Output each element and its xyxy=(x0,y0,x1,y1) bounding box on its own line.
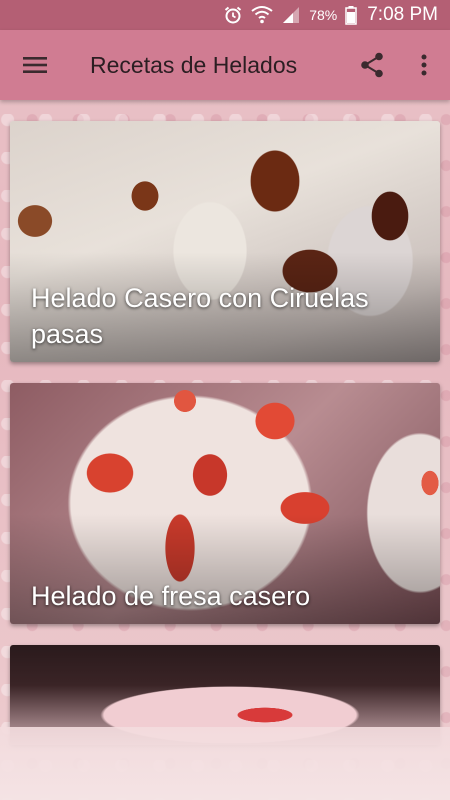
hamburger-menu-icon[interactable] xyxy=(0,30,70,100)
bottom-fade xyxy=(0,727,450,800)
recipe-title: Helado Casero con Ciruelas pasas xyxy=(31,283,369,349)
alarm-icon xyxy=(223,5,243,25)
more-vert-icon[interactable] xyxy=(398,30,450,100)
app-title: Recetas de Helados xyxy=(90,51,298,78)
share-icon[interactable] xyxy=(346,30,398,100)
wifi-icon xyxy=(251,5,273,25)
recipe-title: Helado de fresa casero xyxy=(31,581,311,611)
battery-icon xyxy=(345,5,357,25)
recipe-card[interactable]: Helado de fresa casero xyxy=(10,383,440,624)
recipe-card[interactable]: Helado Casero con Ciruelas pasas xyxy=(10,121,440,362)
app-bar: Recetas de Helados xyxy=(0,30,450,100)
battery-percent: 78% xyxy=(309,7,338,23)
signal-icon xyxy=(281,5,301,25)
status-bar: 78% 7:08 PM xyxy=(0,0,450,30)
recipe-list[interactable]: Helado Casero con Ciruelas pasas Helado … xyxy=(0,100,450,800)
clock: 7:08 PM xyxy=(367,4,438,25)
